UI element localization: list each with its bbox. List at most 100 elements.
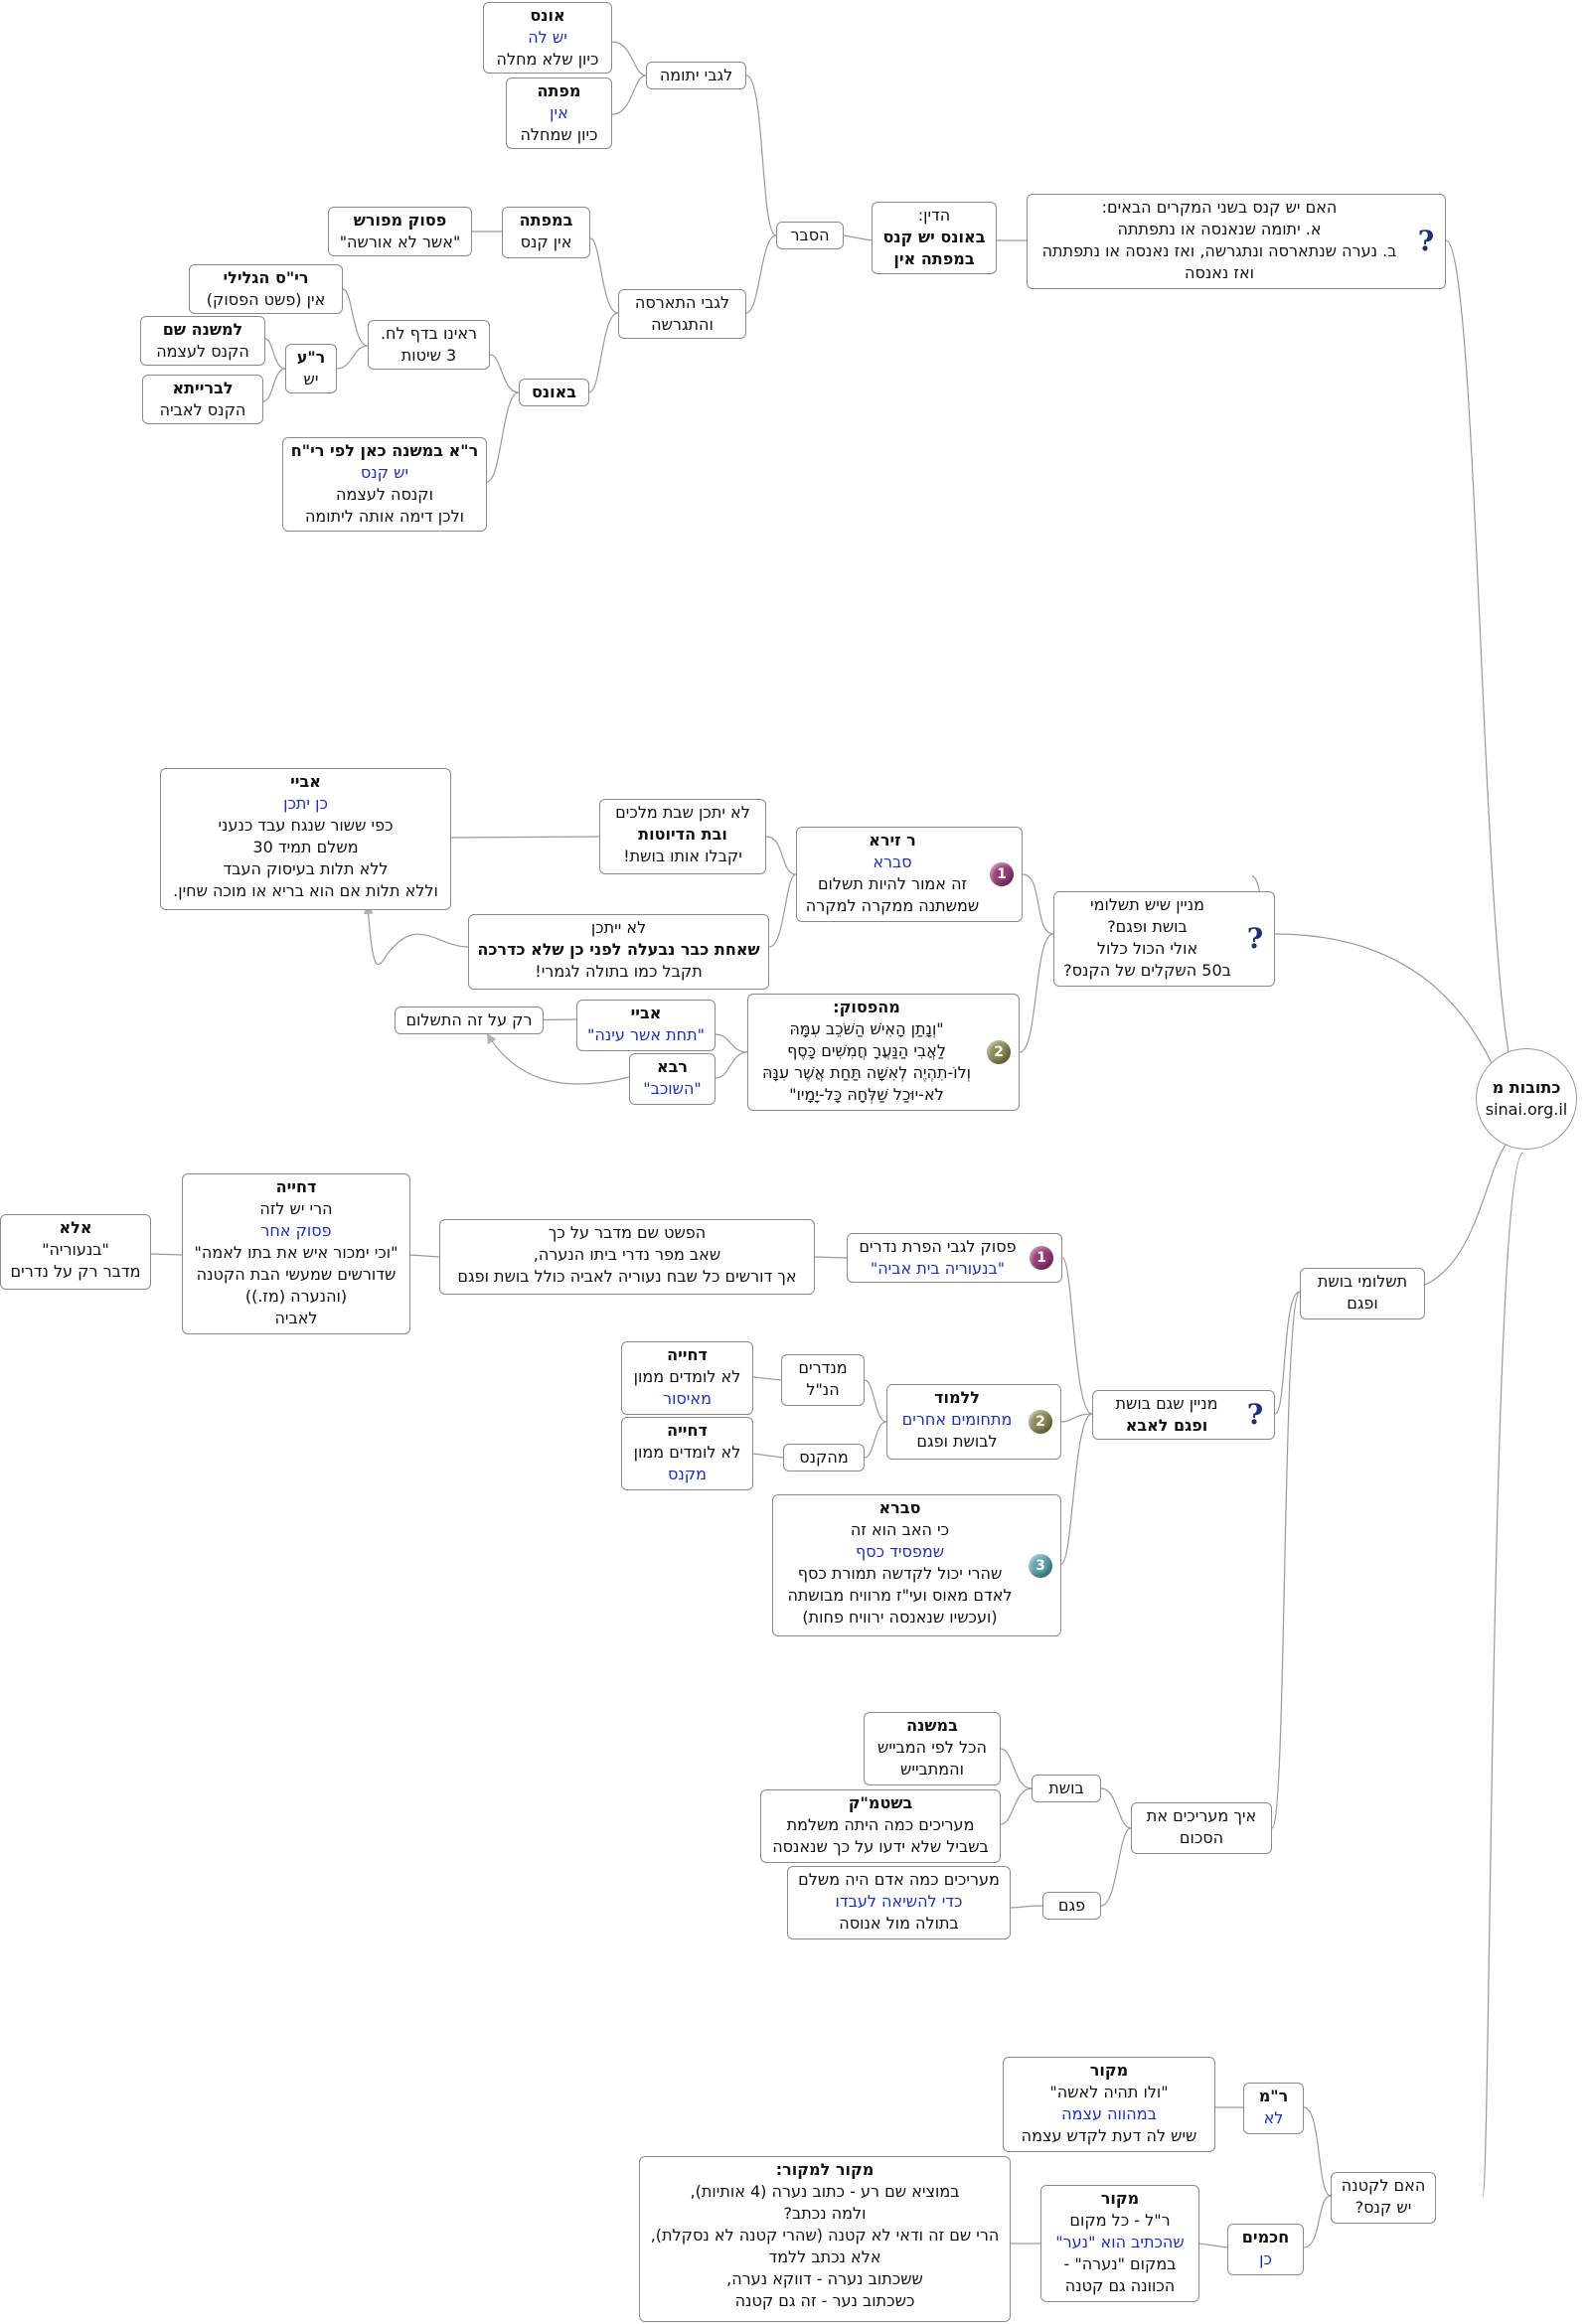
text-line: למשנה שם xyxy=(162,320,243,339)
source-meir-node[interactable]: מקור "ולו תהיה לאשה" במהווה עצמה שיש לה … xyxy=(1003,2057,1215,2152)
text-line: פסוק לגבי הפרת נדרים xyxy=(859,1237,1017,1256)
text-line: ולכן דימה אותה ליתומה xyxy=(304,507,465,526)
divorced-node[interactable]: לגבי התארסה והתגרשה xyxy=(618,289,746,339)
text-line: כן xyxy=(1259,2249,1272,2268)
rejection-prohibition-node[interactable]: דחייה לא לומדים ממון מאיסור xyxy=(621,1341,753,1415)
from-vows-node[interactable]: מנדרים הנ"ל xyxy=(781,1354,865,1406)
text-line: ר"ל - כל מקום xyxy=(1069,2211,1171,2230)
text-line: איך מעריכים את xyxy=(1146,1806,1257,1825)
source-of-source-node[interactable]: מקור למקור: במוציא שם רע - כתוב נערה (4 … xyxy=(639,2156,1011,2322)
text-line: ר זירא xyxy=(869,831,916,850)
shitma-node[interactable]: בשטמ"ק מעריכים כמה היתה משלמת בשביל שלא … xyxy=(760,1789,1001,1863)
three-opinions-node[interactable]: ראינו בדף לח. 3 שיטות xyxy=(368,320,490,370)
mefate-orphan-node[interactable]: מפתה אין כיון שמחלה xyxy=(506,77,612,149)
text-line: יש לה xyxy=(528,28,567,47)
question-to-father[interactable]: ? מניין שגם בושת ופגם לאבא xyxy=(1092,1390,1275,1440)
text-line: "ולו תהיה לאשה" xyxy=(1049,2083,1169,2101)
text-line: ללמוד xyxy=(934,1388,980,1407)
text-line: האם לקטנה xyxy=(1341,2176,1426,2195)
text-line: ר"א במשנה כאן לפי רי"ח xyxy=(290,441,479,460)
text-line: באונס יש קנס xyxy=(882,228,986,246)
braita-node[interactable]: לברייתא הקנס לאביה xyxy=(142,375,263,424)
question-payments-source[interactable]: ? מניין שיש תשלומי בושת ופגם? אולי הכול … xyxy=(1053,891,1275,987)
rejection-fine-node[interactable]: דחייה לא לומדים ממון מקנס xyxy=(621,1417,753,1490)
question-icon: ? xyxy=(1417,225,1435,257)
text-line: והתגרשה xyxy=(651,315,714,334)
ones-divorced-node[interactable]: באונס xyxy=(519,379,589,406)
rather-node[interactable]: אלא "בנעוריה" מדבר רק על נדרים xyxy=(0,1214,151,1290)
number-2-icon: 2 xyxy=(1029,1410,1052,1434)
text-line: מקור xyxy=(1100,2189,1140,2208)
ruling-node[interactable]: הדין: באונס יש קנס במפתה אין xyxy=(872,202,997,274)
text-line: אולי הכול כלול xyxy=(1096,939,1198,958)
source-sages-node[interactable]: מקור ר"ל - כל מקום שהכתיב הוא "נער" במקו… xyxy=(1040,2185,1199,2302)
in-mishna-node[interactable]: במשנה הכל לפי המבייש והמתבייש xyxy=(864,1712,1001,1785)
explicit-verse-node[interactable]: פסוק מפורש "אשר לא אורשה" xyxy=(328,207,472,256)
orphan-node[interactable]: לגבי יתומה xyxy=(646,62,746,89)
text-line: "בנעוריה בית אביה" xyxy=(870,1259,1006,1278)
abaye-verse-node[interactable]: אביי "תחת אשר עינה" xyxy=(576,1000,716,1051)
question-minor-node[interactable]: האם לקטנה יש קנס? xyxy=(1331,2172,1436,2224)
rabbi-meir-node[interactable]: ר"מ לא xyxy=(1243,2083,1304,2134)
rava-node[interactable]: רבא "השוכב" xyxy=(629,1053,716,1105)
ra-node[interactable]: ר"ע יש xyxy=(285,344,337,393)
text-line: תקבל כמו בתולה לגמרי! xyxy=(535,962,703,981)
vows-verse-node[interactable]: 1 פסוק לגבי הפרת נדרים "בנעוריה בית אביה… xyxy=(847,1233,1062,1283)
text-line: שהרי יכול לקדשה תמורת כסף xyxy=(797,1564,1003,1583)
question-fine-cases[interactable]: ? האם יש קנס בשני המקרים הבאים: א. יתומה… xyxy=(1027,194,1446,289)
text-line: אביי xyxy=(630,1004,662,1022)
ones-orphan-node[interactable]: אונס יש לה כיון שלא מחלה xyxy=(483,2,612,74)
text-line: הפשט שם מדבר על כך xyxy=(548,1223,707,1242)
explanation-node[interactable]: הסבר xyxy=(776,222,844,249)
text-line: ב50 השקלים של הקנס? xyxy=(1063,961,1231,980)
blemish-node[interactable]: פגם xyxy=(1042,1892,1101,1920)
text-line: דחייה xyxy=(275,1177,317,1196)
reasoning-node[interactable]: 3 סברא כי האב הוא זה שמפסיד כסף שהרי יכו… xyxy=(772,1494,1061,1636)
text-line: אלא נכתב ללמד xyxy=(768,2247,881,2266)
text-line: סברא xyxy=(873,852,912,871)
mefate-divorced-node[interactable]: במפתה אין קנס xyxy=(502,207,590,258)
root-subtitle: sinai.org.il xyxy=(1485,1100,1568,1119)
text-line: ששכתוב נערה - דווקא נערה, xyxy=(726,2269,923,2288)
text-line: רי"ס הגלילי xyxy=(223,268,309,287)
impossible-objection-node[interactable]: לא ייתכן שאחת כבר נבעלה לפני כן שלא כדרכ… xyxy=(468,914,769,990)
text-line: אין (פשט הפסוק) xyxy=(206,290,326,309)
text-line: לא לומדים ממון xyxy=(633,1367,741,1386)
text-line: כשכתוב נער - זה גם קטנה xyxy=(734,2291,915,2310)
root-node[interactable]: כתובות מ sinai.org.il xyxy=(1476,1048,1577,1150)
pshat-node[interactable]: הפשט שם מדבר על כך שאב מפר נדרי ביתו הנע… xyxy=(439,1219,815,1295)
rya-node[interactable]: ר"א במשנה כאן לפי רי"ח יש קנס וקנסה לעצמ… xyxy=(282,437,487,532)
rejection-verse-node[interactable]: דחייה הרי יש לזה פסוק אחר "וכי ימכור איש… xyxy=(182,1173,410,1334)
text-line: והמתבייש xyxy=(900,1760,964,1779)
text-line: כיון שלא מחלה xyxy=(496,50,599,69)
text-line: "וְנָתַן הָאִישׁ הַשֹּׁכֵב עִמָּהּ xyxy=(789,1019,944,1038)
only-this-node[interactable]: רק על זה התשלום xyxy=(395,1007,544,1034)
abaye-answer-node[interactable]: אביי כן יתכן כפי ששור שנגח עבד כנעני משל… xyxy=(160,768,451,910)
verse-node[interactable]: 2 מהפסוק: "וְנָתַן הָאִישׁ הַשֹּׁכֵב עִמ… xyxy=(747,994,1020,1111)
shame-node[interactable]: בושת xyxy=(1032,1775,1101,1802)
text-line: דחייה xyxy=(667,1421,708,1440)
mishna-shem-node[interactable]: למשנה שם הקנס לעצמה xyxy=(140,316,265,366)
text-line: במשנה xyxy=(906,1716,958,1735)
text-line: פגם xyxy=(1057,1896,1086,1915)
learn-from-others-node[interactable]: 2 ללמוד מתחומים אחרים לבושת ופגם xyxy=(886,1384,1061,1460)
payments-hub-node[interactable]: תשלומי בושת ופגם xyxy=(1300,1268,1425,1319)
kings-objection-node[interactable]: לא יתכן שבת מלכים ובת הדיוטות יקבלו אותו… xyxy=(599,799,766,874)
rzera-node[interactable]: 1 ר זירא סברא זה אמור להיות תשלום שמשתנה… xyxy=(796,827,1023,922)
text-line: וללא תלות אם הוא בריא או מוכה שחין. xyxy=(173,881,438,900)
from-fine-node[interactable]: מהקנס xyxy=(783,1444,865,1472)
evaluate-node[interactable]: איך מעריכים את הסכום xyxy=(1131,1802,1272,1854)
text-line: (ועכשיו שנאנסה ירוויח פחות) xyxy=(802,1608,998,1627)
text-line: אביי xyxy=(290,772,321,791)
blemish-evaluation-node[interactable]: מעריכים כמה אדם היה משלם כדי להשיאה לעבד… xyxy=(787,1866,1011,1939)
text-line: כיון שמחלה xyxy=(520,125,598,144)
text-line: לאביה xyxy=(274,1309,318,1327)
text-line: הכוונה גם קטנה xyxy=(1064,2276,1176,2295)
text-line: "וכי ימכור איש את בתו לאמה" xyxy=(194,1243,398,1262)
text-line: הסבר xyxy=(790,226,830,244)
rys-node[interactable]: רי"ס הגלילי אין (פשט הפסוק) xyxy=(189,264,343,314)
text-line: מהפסוק: xyxy=(833,998,900,1016)
sages-node[interactable]: חכמים כן xyxy=(1227,2224,1304,2275)
text-line: אין xyxy=(550,103,568,122)
text-line: רק על זה התשלום xyxy=(405,1010,533,1029)
